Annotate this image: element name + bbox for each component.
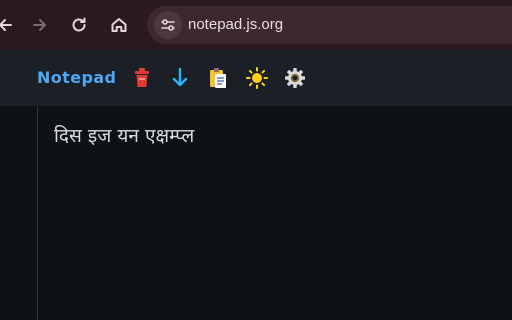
back-button[interactable] — [0, 12, 18, 38]
clipboard-icon — [210, 68, 226, 88]
toggle-theme-button[interactable] — [245, 66, 269, 90]
arrow-down-icon — [172, 67, 188, 87]
delete-note-button[interactable] — [130, 66, 154, 90]
editor-text[interactable]: दिस इज यन एक्षम्प्ल — [54, 124, 494, 148]
home-icon — [111, 18, 127, 32]
reload-icon — [72, 17, 86, 32]
site-info-button[interactable] — [154, 11, 182, 39]
editor-area[interactable]: दिस इज यन एक्षम्प्ल — [0, 106, 512, 320]
gear-icon — [285, 68, 305, 88]
editor-gutter-divider — [37, 106, 38, 320]
site-settings-icon — [161, 19, 175, 31]
arrow-right-icon — [33, 19, 46, 31]
app-title: Notepad — [37, 68, 117, 87]
url-text[interactable]: notepad.js.org — [188, 16, 283, 33]
settings-button[interactable] — [283, 66, 307, 90]
home-button[interactable] — [106, 12, 132, 38]
reload-button[interactable] — [66, 12, 92, 38]
arrow-left-icon — [0, 19, 12, 31]
copy-to-clipboard-button[interactable] — [206, 66, 230, 90]
sun-icon — [246, 67, 268, 89]
download-note-button[interactable] — [168, 66, 192, 90]
browser-toolbar: notepad.js.org — [0, 0, 512, 50]
forward-button[interactable] — [27, 12, 53, 38]
address-bar[interactable]: notepad.js.org — [147, 6, 512, 44]
trash-icon — [135, 68, 149, 87]
